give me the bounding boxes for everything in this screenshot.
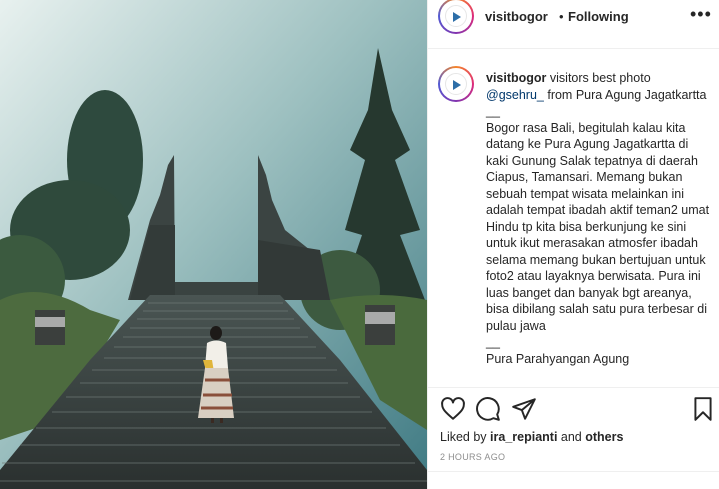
heart-icon[interactable] — [440, 396, 466, 422]
temple-stairs-photo — [0, 0, 427, 489]
likes-prefix: Liked by — [440, 430, 491, 444]
likes-middle: and — [557, 430, 586, 444]
header-divider — [428, 48, 719, 49]
likes-summary: Liked by ira_repianti and others — [440, 430, 623, 444]
caption-area: visitbogor visitors best photo @gsehru_ … — [428, 58, 719, 383]
paper-plane-icon[interactable] — [511, 396, 537, 422]
bookmark-icon[interactable] — [690, 396, 716, 422]
post-details-panel: visitbogor • Following ••• visitbogor vi… — [427, 0, 719, 489]
post-timestamp[interactable]: 2 HOURS AGO — [440, 452, 505, 462]
caption-body: __ Bogor rasa Bali, begitulah kalau kita… — [486, 104, 710, 366]
author-avatar[interactable] — [438, 0, 474, 34]
action-bar — [428, 394, 719, 426]
footer-divider — [428, 471, 719, 472]
following-button[interactable]: Following — [568, 9, 629, 24]
post-photo[interactable] — [0, 0, 427, 489]
caption-username[interactable]: visitbogor — [486, 71, 546, 85]
visitbogor-logo-icon — [445, 5, 467, 27]
comment-icon[interactable] — [475, 396, 501, 422]
author-username[interactable]: visitbogor — [485, 9, 548, 24]
caption-location-text: from Pura Agung Jagatkartta — [543, 87, 707, 102]
separator-dot: • — [559, 9, 564, 24]
caption-mention-link[interactable]: @gsehru_ — [486, 88, 544, 102]
more-horizontal-icon[interactable]: ••• — [690, 4, 712, 25]
post-header: visitbogor • Following ••• — [428, 0, 719, 40]
liked-by-user-link[interactable]: ira_repianti — [490, 430, 557, 444]
caption-text: visitbogor visitors best photo @gsehru_ … — [486, 70, 711, 367]
caption-intro: visitors best photo — [546, 71, 655, 85]
actions-divider — [428, 387, 719, 388]
likes-others-link[interactable]: others — [585, 430, 623, 444]
visitbogor-logo-icon — [445, 73, 467, 95]
caption-avatar[interactable] — [438, 66, 474, 102]
